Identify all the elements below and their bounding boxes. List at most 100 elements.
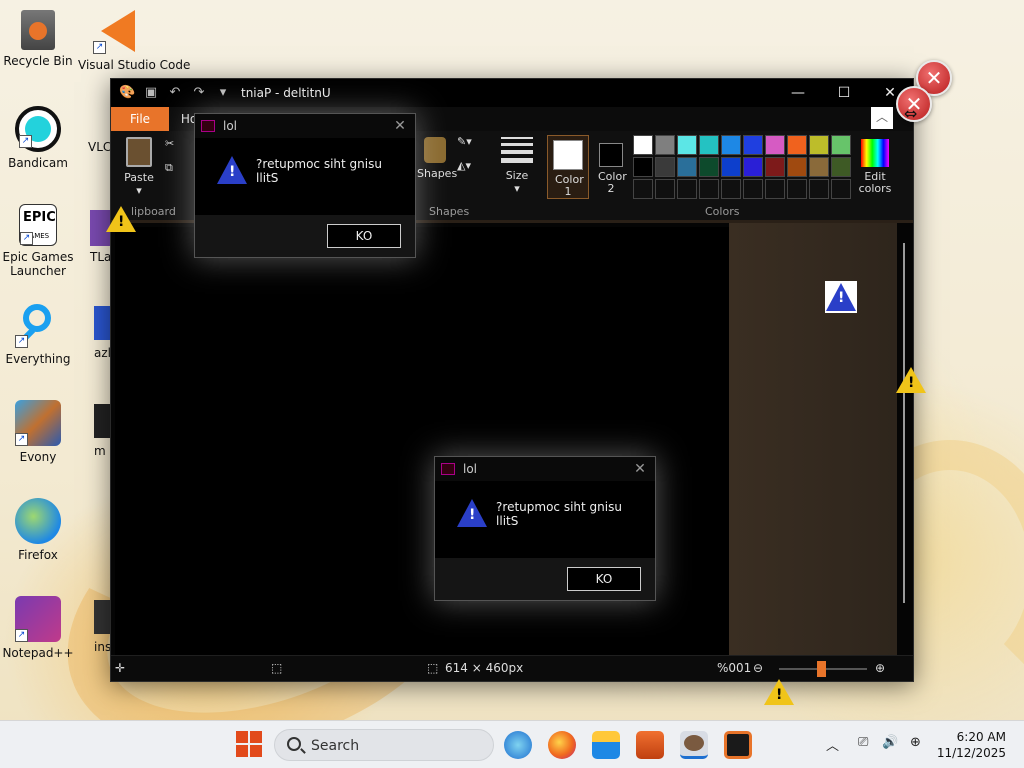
vertical-scrollbar[interactable] [903, 243, 905, 603]
palette-swatch[interactable] [765, 157, 785, 177]
search-placeholder: Search [311, 738, 360, 754]
palette-icon [684, 735, 704, 751]
palette-swatch-empty[interactable] [809, 179, 829, 199]
desktop-icon-label: Firefox [18, 548, 58, 562]
palette-swatch[interactable] [655, 135, 675, 155]
dialog-footer: KO [195, 215, 415, 257]
desktop-icon-ins[interactable]: ins [78, 600, 112, 654]
size-button[interactable]: Size ▾ [497, 137, 537, 195]
copy-icon[interactable]: ⧉ [165, 161, 173, 175]
minimize-button[interactable]: — [775, 79, 821, 107]
palette-swatch-empty[interactable] [655, 179, 675, 199]
desktop-icon-m[interactable]: m [78, 404, 112, 458]
palette-swatch-empty[interactable] [743, 179, 763, 199]
shapes-group-label: Shapes [429, 205, 470, 218]
redo-icon[interactable]: ↷ [191, 85, 207, 101]
clock-date: 11/12/2025 [936, 746, 1006, 760]
desktop-icon-firefox[interactable]: Firefox [0, 498, 76, 562]
start-button[interactable] [236, 731, 262, 757]
maximize-button[interactable]: ☐ [821, 79, 867, 107]
palette-swatch-empty[interactable] [633, 179, 653, 199]
paint-app-icon: 🎨 [119, 85, 136, 100]
taskbar-file-explorer-icon[interactable] [592, 731, 620, 759]
palette-swatch[interactable] [677, 135, 697, 155]
palette-swatch[interactable] [831, 135, 851, 155]
palette-swatch-empty[interactable] [721, 179, 741, 199]
palette-swatch[interactable] [677, 157, 697, 177]
palette-swatch[interactable] [809, 135, 829, 155]
dialog-close-button[interactable]: ✕ [625, 461, 655, 477]
size-label: Size [505, 169, 529, 182]
desktop-icon-everything[interactable]: ↗ Everything [0, 302, 76, 366]
paste-button[interactable]: Paste ▾ [121, 137, 157, 197]
desktop-icon-vlc[interactable]: VLC media player [78, 140, 112, 154]
palette-swatch[interactable] [633, 157, 653, 177]
desktop-icon-vscode[interactable]: ↗ Visual Studio Code [78, 8, 190, 72]
palette-swatch-empty[interactable] [765, 179, 785, 199]
zoom-slider-thumb[interactable] [817, 661, 826, 677]
dialog-app-icon [441, 463, 455, 475]
save-icon[interactable]: ▣ [143, 85, 159, 101]
palette-swatch-empty[interactable] [677, 179, 697, 199]
desktop-icon-notepad-plus-plus[interactable]: ↗ Notepad++ [0, 596, 76, 660]
taskbar-paint-icon[interactable] [680, 731, 708, 759]
palette-swatch[interactable] [787, 157, 807, 177]
palette-swatch[interactable] [765, 135, 785, 155]
palette-swatch[interactable] [721, 135, 741, 155]
taskbar-app-icon[interactable] [636, 731, 664, 759]
color1-button[interactable]: Color 1 [547, 135, 589, 199]
taskbar-window-icon[interactable] [724, 731, 752, 759]
display-icon[interactable]: ⎚ [858, 735, 868, 750]
system-clock[interactable]: 6:20 AM 11/12/2025 [937, 729, 1006, 761]
palette-swatch-empty[interactable] [787, 179, 807, 199]
palette-swatch[interactable] [699, 135, 719, 155]
recycle-bin-icon [21, 10, 55, 50]
shapes-icon [424, 137, 446, 163]
message-dialog: lol ✕ ! ?retupmoc siht gnisu llitS KO [194, 113, 416, 258]
palette-swatch-empty[interactable] [831, 179, 851, 199]
ok-button[interactable]: KO [567, 567, 641, 591]
palette-swatch[interactable] [743, 157, 763, 177]
cut-icon[interactable]: ✂ [165, 137, 174, 150]
collapse-ribbon-icon[interactable]: ︿ [871, 107, 893, 129]
tab-file[interactable]: File [111, 107, 169, 131]
chevron-up-icon[interactable]: ︿ [826, 735, 839, 754]
taskbar-search[interactable]: Search [274, 729, 494, 761]
desktop-icon-evony[interactable]: ↗ Evony [0, 400, 76, 464]
zoom-in-icon[interactable]: ⊕ [875, 661, 885, 675]
colors-group-label: Colors [705, 205, 740, 218]
network-icon[interactable]: ⊕ [910, 735, 921, 750]
volume-icon[interactable]: 🔊 [882, 735, 898, 750]
dialog-title: lol [223, 119, 238, 133]
color2-button[interactable]: Color 2 [595, 135, 627, 199]
edit-colors-button[interactable]: Edit colors [855, 139, 895, 195]
palette-swatch[interactable] [721, 157, 741, 177]
status-bar: ✛ ⬚ ⬚ 614 × 460px %001 ⊖ ⊕ [111, 655, 913, 681]
undo-icon[interactable]: ↶ [167, 85, 183, 101]
outline-icon[interactable]: ✎▾ [457, 135, 472, 148]
color-palette [633, 135, 851, 199]
shapes-button[interactable]: Shapes [417, 137, 457, 180]
palette-swatch[interactable] [743, 135, 763, 155]
palette-swatch-empty[interactable] [699, 179, 719, 199]
fill-icon[interactable]: ◭▾ [457, 159, 471, 172]
palette-swatch[interactable] [831, 157, 851, 177]
ok-button[interactable]: KO [327, 224, 401, 248]
taskbar-browser-icon[interactable] [548, 731, 576, 759]
desktop-icon-bandicam[interactable]: ↗ Bandicam [0, 106, 76, 170]
palette-swatch[interactable] [809, 157, 829, 177]
chevron-down-icon: ▾ [514, 182, 520, 195]
customize-dropdown-icon[interactable]: ▾ [215, 85, 231, 101]
palette-swatch[interactable] [633, 135, 653, 155]
palette-swatch[interactable] [655, 157, 675, 177]
desktop-icon-azl[interactable]: azl [78, 306, 112, 360]
dialog-close-button[interactable]: ✕ [385, 118, 415, 134]
desktop-icon-recycle-bin[interactable]: Recycle Bin [0, 8, 76, 68]
palette-swatch[interactable] [699, 157, 719, 177]
palette-swatch[interactable] [787, 135, 807, 155]
taskbar-firefox-icon[interactable] [504, 731, 532, 759]
chevron-down-icon: ▾ [136, 184, 142, 197]
zoom-out-icon[interactable]: ⊖ [753, 661, 763, 675]
desktop-icon-epic-games[interactable]: EPIC GAMES ↗ Epic Games Launcher [0, 204, 76, 278]
crosshair-icon: ✛ [115, 661, 126, 675]
